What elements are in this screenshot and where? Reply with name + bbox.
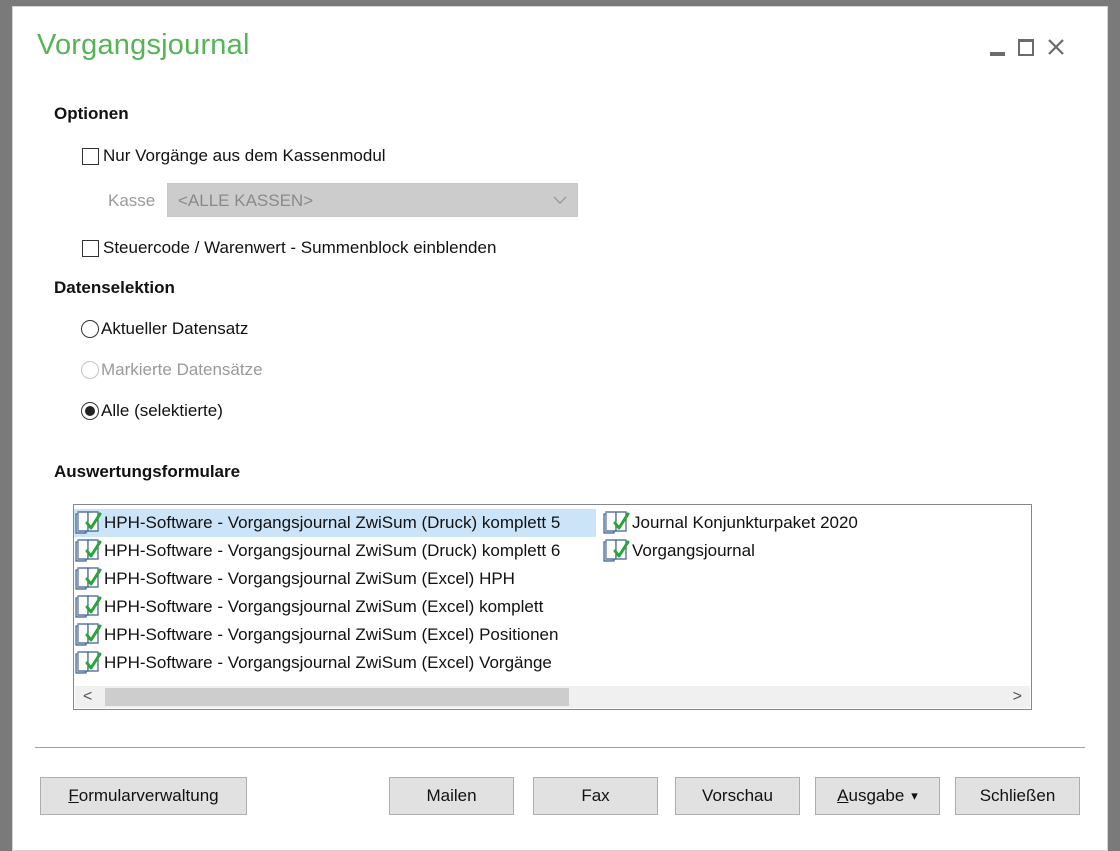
report-form-icon [602, 539, 632, 563]
forms-listbox[interactable]: HPH-Software - Vorgangsjournal ZwiSum (D… [73, 504, 1032, 710]
form-list-item-label: HPH-Software - Vorgangsjournal ZwiSum (E… [104, 625, 559, 644]
scroll-left-arrow[interactable]: < [83, 688, 92, 706]
radio-marked-records-label[interactable]: Markierte Datensätze [101, 360, 263, 380]
ausgabe-button[interactable]: Ausgabe ▾ [815, 777, 940, 815]
window-title: Vorgangsjournal [37, 29, 250, 61]
tax-summary-label[interactable]: Steuercode / Warenwert - Summenblock ein… [103, 238, 496, 258]
form-list-item[interactable]: HPH-Software - Vorgangsjournal ZwiSum (E… [74, 565, 602, 593]
close-glyph [1048, 39, 1064, 55]
dropdown-arrow-icon: ▾ [911, 788, 918, 803]
form-list-item[interactable]: HPH-Software - Vorgangsjournal ZwiSum (D… [74, 537, 602, 565]
form-list-item-label: HPH-Software - Vorgangsjournal ZwiSum (D… [104, 513, 561, 532]
kasse-label: Kasse [108, 191, 156, 210]
form-list-item-label: Vorgangsjournal [632, 541, 755, 560]
report-form-icon [74, 539, 104, 563]
report-form-icon [602, 511, 632, 535]
form-list-item-label: Journal Konjunkturpaket 2020 [632, 513, 858, 532]
report-form-icon [74, 595, 104, 619]
form-list-item-label: HPH-Software - Vorgangsjournal ZwiSum (E… [104, 653, 552, 672]
only-cash-module-label[interactable]: Nur Vorgänge aus dem Kassenmodul [103, 146, 386, 166]
form-list-item-label: HPH-Software - Vorgangsjournal ZwiSum (E… [104, 597, 544, 616]
report-form-icon [74, 511, 104, 535]
close-icon[interactable] [1043, 35, 1069, 61]
report-form-icon [74, 651, 104, 675]
ausgabe-label: usgabe [848, 786, 905, 805]
report-form-icon [74, 567, 104, 591]
forms-column-2: Journal Konjunkturpaket 2020 Vorgangsjour… [602, 509, 1022, 565]
kasse-dropdown[interactable]: <ALLE KASSEN> [167, 183, 578, 217]
forms-column-1: HPH-Software - Vorgangsjournal ZwiSum (D… [74, 509, 602, 677]
forms-heading: Auswertungsformulare [54, 462, 241, 481]
only-cash-module-checkbox[interactable] [82, 148, 99, 165]
scrollbar-thumb[interactable] [105, 688, 569, 706]
maximize-icon[interactable] [1013, 35, 1039, 61]
radio-current-record-label[interactable]: Aktueller Datensatz [101, 319, 248, 339]
vorschau-button[interactable]: Vorschau [675, 777, 800, 815]
vorgangsjournal-dialog: Vorgangsjournal Optionen Nur Vorgänge au… [12, 6, 1108, 851]
data-selection-heading: Datenselektion [54, 278, 175, 297]
schliessen-button[interactable]: Schließen [955, 777, 1080, 815]
options-heading: Optionen [54, 104, 129, 123]
form-list-item[interactable]: Journal Konjunkturpaket 2020 [602, 509, 1022, 537]
form-list-item-label: HPH-Software - Vorgangsjournal ZwiSum (E… [104, 569, 515, 588]
formularverwaltung-mnemonic: F [68, 786, 79, 805]
form-list-item[interactable]: HPH-Software - Vorgangsjournal ZwiSum (E… [74, 621, 602, 649]
form-list-item[interactable]: Vorgangsjournal [602, 537, 1022, 565]
divider [35, 747, 1085, 748]
scroll-right-arrow[interactable]: > [1013, 688, 1022, 706]
formularverwaltung-label: ormularverwaltung [78, 786, 219, 805]
radio-all-selected-label[interactable]: Alle (selektierte) [101, 401, 223, 421]
radio-marked-records[interactable] [81, 361, 99, 379]
kasse-value: <ALLE KASSEN> [178, 191, 314, 210]
form-list-item[interactable]: HPH-Software - Vorgangsjournal ZwiSum (E… [74, 649, 602, 677]
formularverwaltung-button[interactable]: Formularverwaltung [40, 777, 247, 815]
report-form-icon [74, 623, 104, 647]
fax-button[interactable]: Fax [533, 777, 658, 815]
tax-summary-checkbox[interactable] [82, 240, 99, 257]
radio-all-selected[interactable] [81, 402, 99, 420]
form-list-item-label: HPH-Software - Vorgangsjournal ZwiSum (D… [104, 541, 561, 560]
minimize-icon[interactable] [985, 35, 1011, 61]
radio-current-record[interactable] [81, 320, 99, 338]
chevron-down-icon [553, 196, 567, 204]
ausgabe-mnemonic: A [837, 786, 849, 805]
mailen-button[interactable]: Mailen [389, 777, 514, 815]
form-list-item[interactable]: HPH-Software - Vorgangsjournal ZwiSum (D… [74, 509, 596, 537]
form-list-item[interactable]: HPH-Software - Vorgangsjournal ZwiSum (E… [74, 593, 602, 621]
horizontal-scrollbar[interactable]: < > [75, 686, 1030, 708]
